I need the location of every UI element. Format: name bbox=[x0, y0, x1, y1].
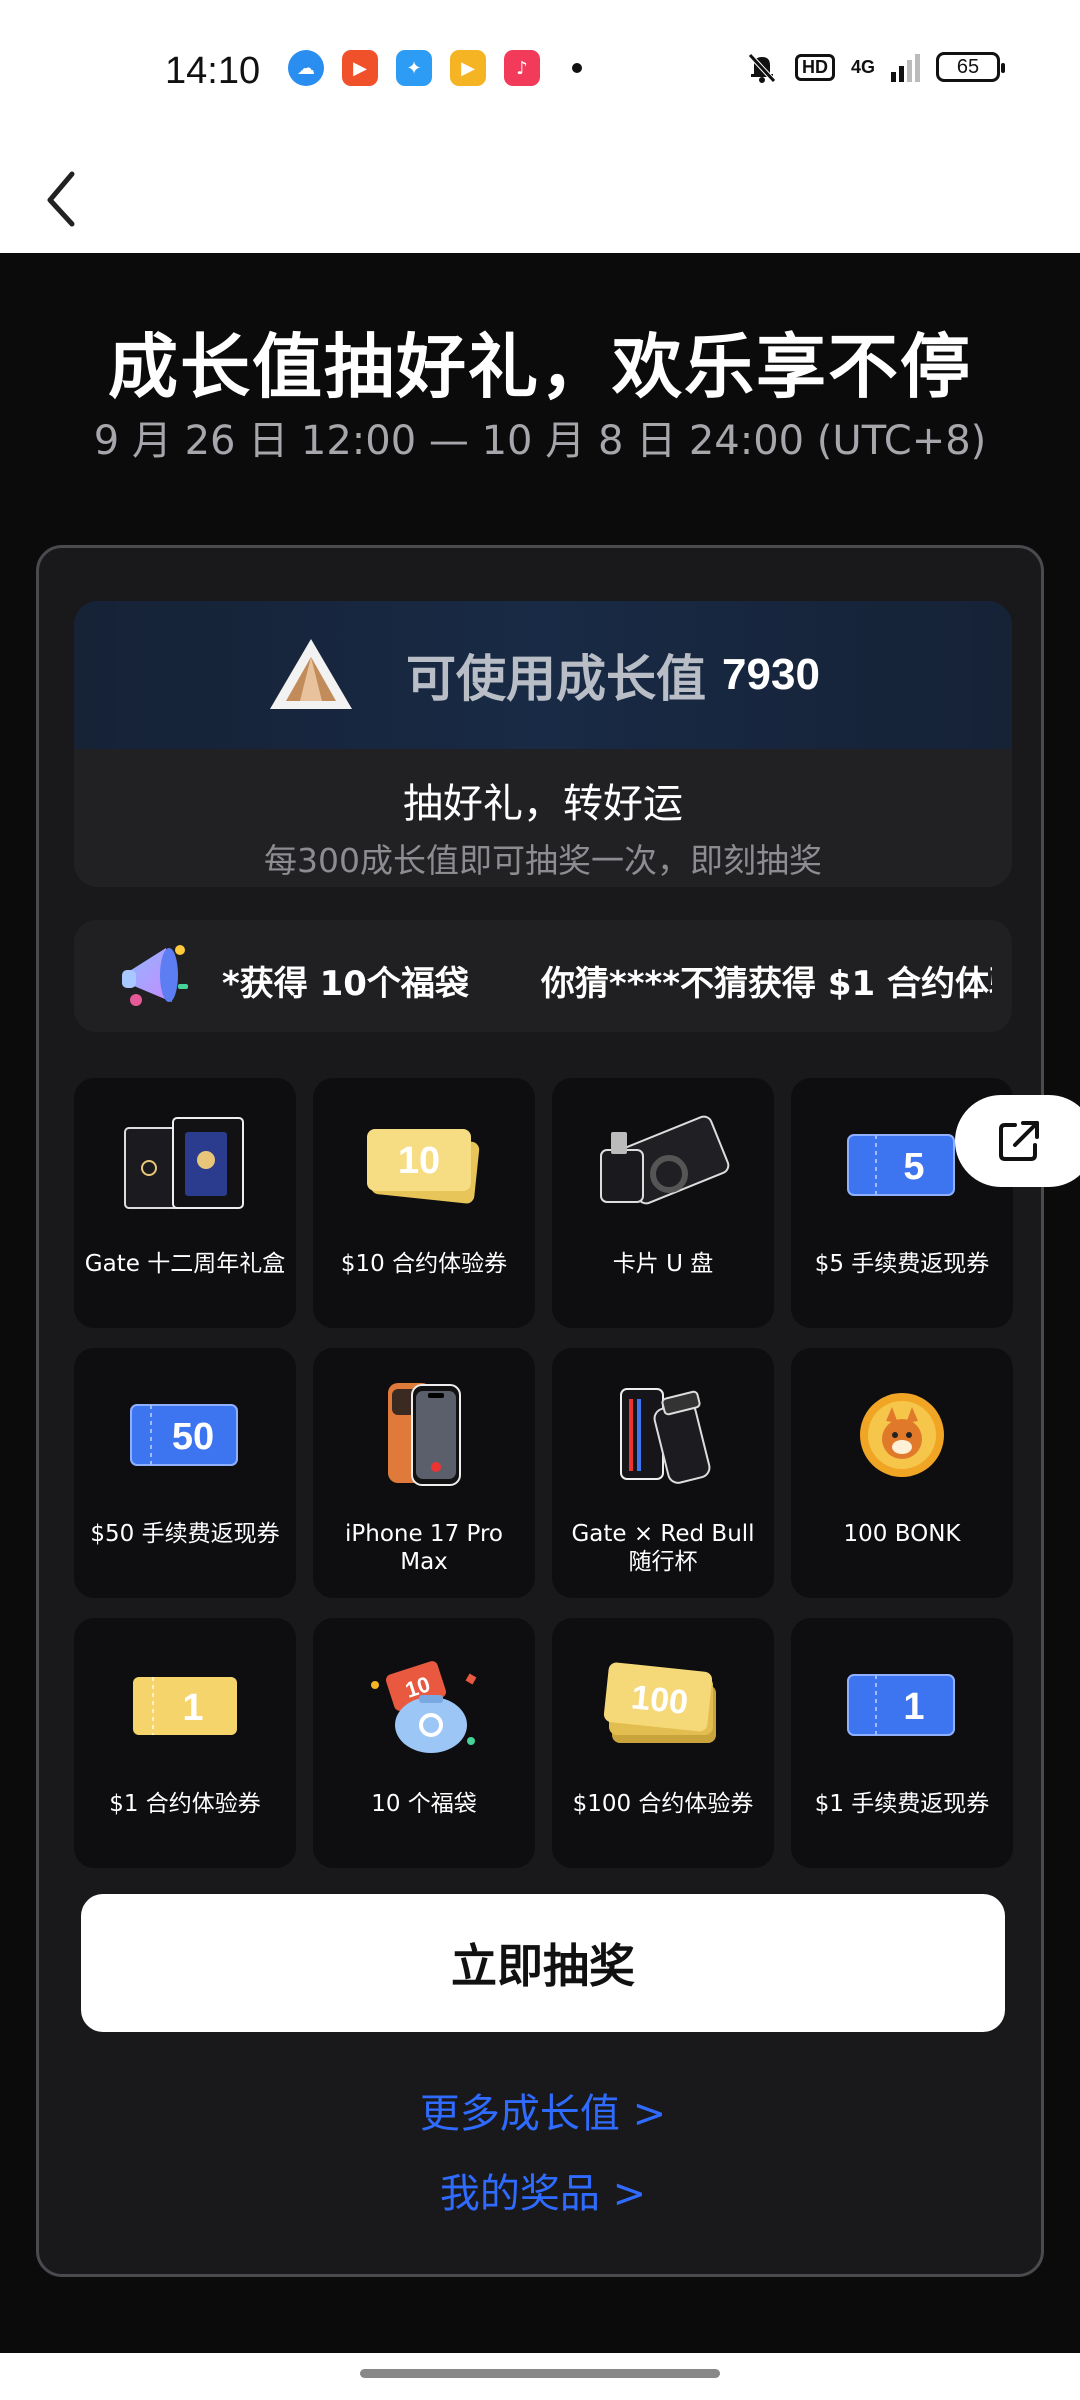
page-title: 成长值抽好礼，欢乐享不停 bbox=[108, 326, 972, 408]
browser-app-icon: ✦ bbox=[396, 50, 432, 86]
points-label: 可使用成长值 bbox=[406, 650, 707, 708]
ticket-number: 10 bbox=[398, 1140, 440, 1182]
prize-label: 100 BONK bbox=[843, 1521, 961, 1547]
gate-triangle-icon bbox=[270, 639, 353, 709]
gift-box-icon bbox=[124, 1117, 244, 1209]
prize-item: 卡片 U 盘 bbox=[552, 1078, 774, 1328]
prize-item: iPhone 17 Pro Max bbox=[313, 1348, 535, 1598]
my-prizes-link[interactable]: 我的奖品 > bbox=[39, 2161, 1047, 2219]
status-time: 14:10 bbox=[165, 50, 261, 92]
prize-item: Gate × Red Bull 随行杯 bbox=[552, 1348, 774, 1598]
tumbler-icon bbox=[620, 1388, 711, 1484]
prize-label: $10 合约体验券 bbox=[340, 1251, 508, 1277]
prize-item: 10 10 个福袋 bbox=[313, 1618, 535, 1868]
draw-description: 每300成长值即可抽奖一次，即刻抽奖 bbox=[264, 841, 822, 880]
prize-label: Gate 十二周年礼盒 bbox=[84, 1251, 286, 1277]
prize-label: Gate × Red Bull 随行杯 bbox=[571, 1521, 755, 1575]
app-header bbox=[0, 140, 1080, 255]
points-value: 7930 bbox=[722, 650, 820, 699]
prize-label: $1 合约体验券 bbox=[109, 1791, 261, 1817]
ticker-text: *获得 10个福袋 你猜****不猜获得 $1 合约体验 bbox=[222, 956, 992, 1005]
battery-level: 65 bbox=[956, 55, 980, 78]
ticket-number: 100 bbox=[629, 1678, 689, 1722]
gold-ticket-1-icon: 1 bbox=[133, 1677, 237, 1735]
more-notifications-dot bbox=[572, 63, 582, 73]
prize-item: 50 $50 手续费返现券 bbox=[74, 1348, 296, 1598]
prize-label: 10 个福袋 bbox=[371, 1791, 477, 1817]
bonk-coin-icon bbox=[860, 1393, 944, 1477]
media-app-icon: ▶ bbox=[450, 50, 486, 86]
prize-label: iPhone 17 Pro Max bbox=[344, 1521, 503, 1575]
megaphone-icon bbox=[122, 945, 188, 1006]
chevron-left-icon[interactable] bbox=[40, 160, 90, 230]
prize-label: 卡片 U 盘 bbox=[612, 1251, 714, 1277]
ticket-number: 1 bbox=[182, 1687, 203, 1729]
share-button[interactable] bbox=[955, 1095, 1080, 1187]
gold-ticket-100-icon: 100 bbox=[603, 1662, 716, 1743]
home-indicator[interactable] bbox=[360, 2369, 720, 2378]
ticket-number: 50 bbox=[172, 1416, 214, 1458]
more-points-link[interactable]: 更多成长值 > bbox=[39, 2081, 1047, 2139]
lottery-card: 可使用成长值 7930 抽好礼，转好运 每300成长值即可抽奖一次，即刻抽奖 *… bbox=[36, 545, 1044, 2277]
draw-title: 抽好礼，转好运 bbox=[403, 781, 683, 827]
blue-ticket-5-icon: 5 bbox=[847, 1134, 955, 1196]
ticket-number: 1 bbox=[903, 1686, 924, 1728]
prize-item: 100 $100 合约体验券 bbox=[552, 1618, 774, 1868]
ticker-item: *获得 10个福袋 bbox=[222, 964, 469, 1004]
system-icons: HD 4G 65 bbox=[745, 50, 1005, 84]
prize-grid: Gate 十二周年礼盒 10 $10 合约体验券 卡片 U 盘 5 $5 手续费… bbox=[74, 1078, 1013, 1868]
ticker-item: 你猜****不猜获得 $1 合约体验 bbox=[540, 964, 992, 1004]
prize-item: 1 $1 手续费返现券 bbox=[791, 1618, 1013, 1868]
blue-ticket-1-icon: 1 bbox=[847, 1674, 955, 1736]
notification-icons: ☁ ▶ ✦ ▶ ♪ bbox=[288, 50, 582, 86]
prize-item: 100 BONK bbox=[791, 1348, 1013, 1598]
prize-label: $50 手续费返现券 bbox=[90, 1521, 280, 1547]
app-notification-icon: ☁ bbox=[288, 50, 324, 86]
iphone-icon bbox=[388, 1383, 461, 1486]
battery-icon: 65 bbox=[936, 52, 1005, 82]
signal-icon bbox=[891, 52, 920, 82]
prize-item: 10 $10 合约体验券 bbox=[313, 1078, 535, 1328]
network-type: 4G bbox=[850, 56, 875, 77]
event-dates: 9 月 26 日 12:00 — 10 月 8 日 24:00 (UTC+8) bbox=[93, 418, 987, 464]
draw-now-button[interactable]: 立即抽奖 bbox=[81, 1894, 1005, 2032]
points-box: 可使用成长值 7930 抽好礼，转好运 每300成长值即可抽奖一次，即刻抽奖 bbox=[74, 601, 1012, 887]
prize-label: $1 手续费返现券 bbox=[814, 1791, 990, 1817]
prize-label: $100 合约体验券 bbox=[572, 1791, 754, 1817]
prize-item: 1 $1 合约体验券 bbox=[74, 1618, 296, 1868]
music-app-icon: ♪ bbox=[504, 50, 540, 86]
ticket-number: 5 bbox=[903, 1146, 924, 1188]
points-bar: 可使用成长值 7930 bbox=[74, 601, 1012, 749]
prize-label: $5 手续费返现券 bbox=[814, 1251, 990, 1277]
mute-bell-icon bbox=[748, 53, 776, 83]
hd-voice-icon: HD bbox=[794, 53, 835, 81]
winner-ticker: *获得 10个福袋 你猜****不猜获得 $1 合约体验 bbox=[74, 920, 1012, 1032]
gold-ticket-10-icon: 10 bbox=[367, 1129, 480, 1204]
prize-item: Gate 十二周年礼盒 bbox=[74, 1078, 296, 1328]
blue-ticket-50-icon: 50 bbox=[130, 1404, 238, 1466]
card-usb-icon bbox=[600, 1115, 730, 1205]
lucky-bag-icon: 10 bbox=[371, 1661, 477, 1753]
status-bar: 14:10 ☁ ▶ ✦ ▶ ♪ HD 4G 65 bbox=[0, 0, 1080, 140]
share-icon bbox=[999, 1121, 1039, 1161]
event-page: 成长值抽好礼，欢乐享不停 9 月 26 日 12:00 — 10 月 8 日 2… bbox=[0, 253, 1080, 2353]
video-app-icon: ▶ bbox=[342, 50, 378, 86]
